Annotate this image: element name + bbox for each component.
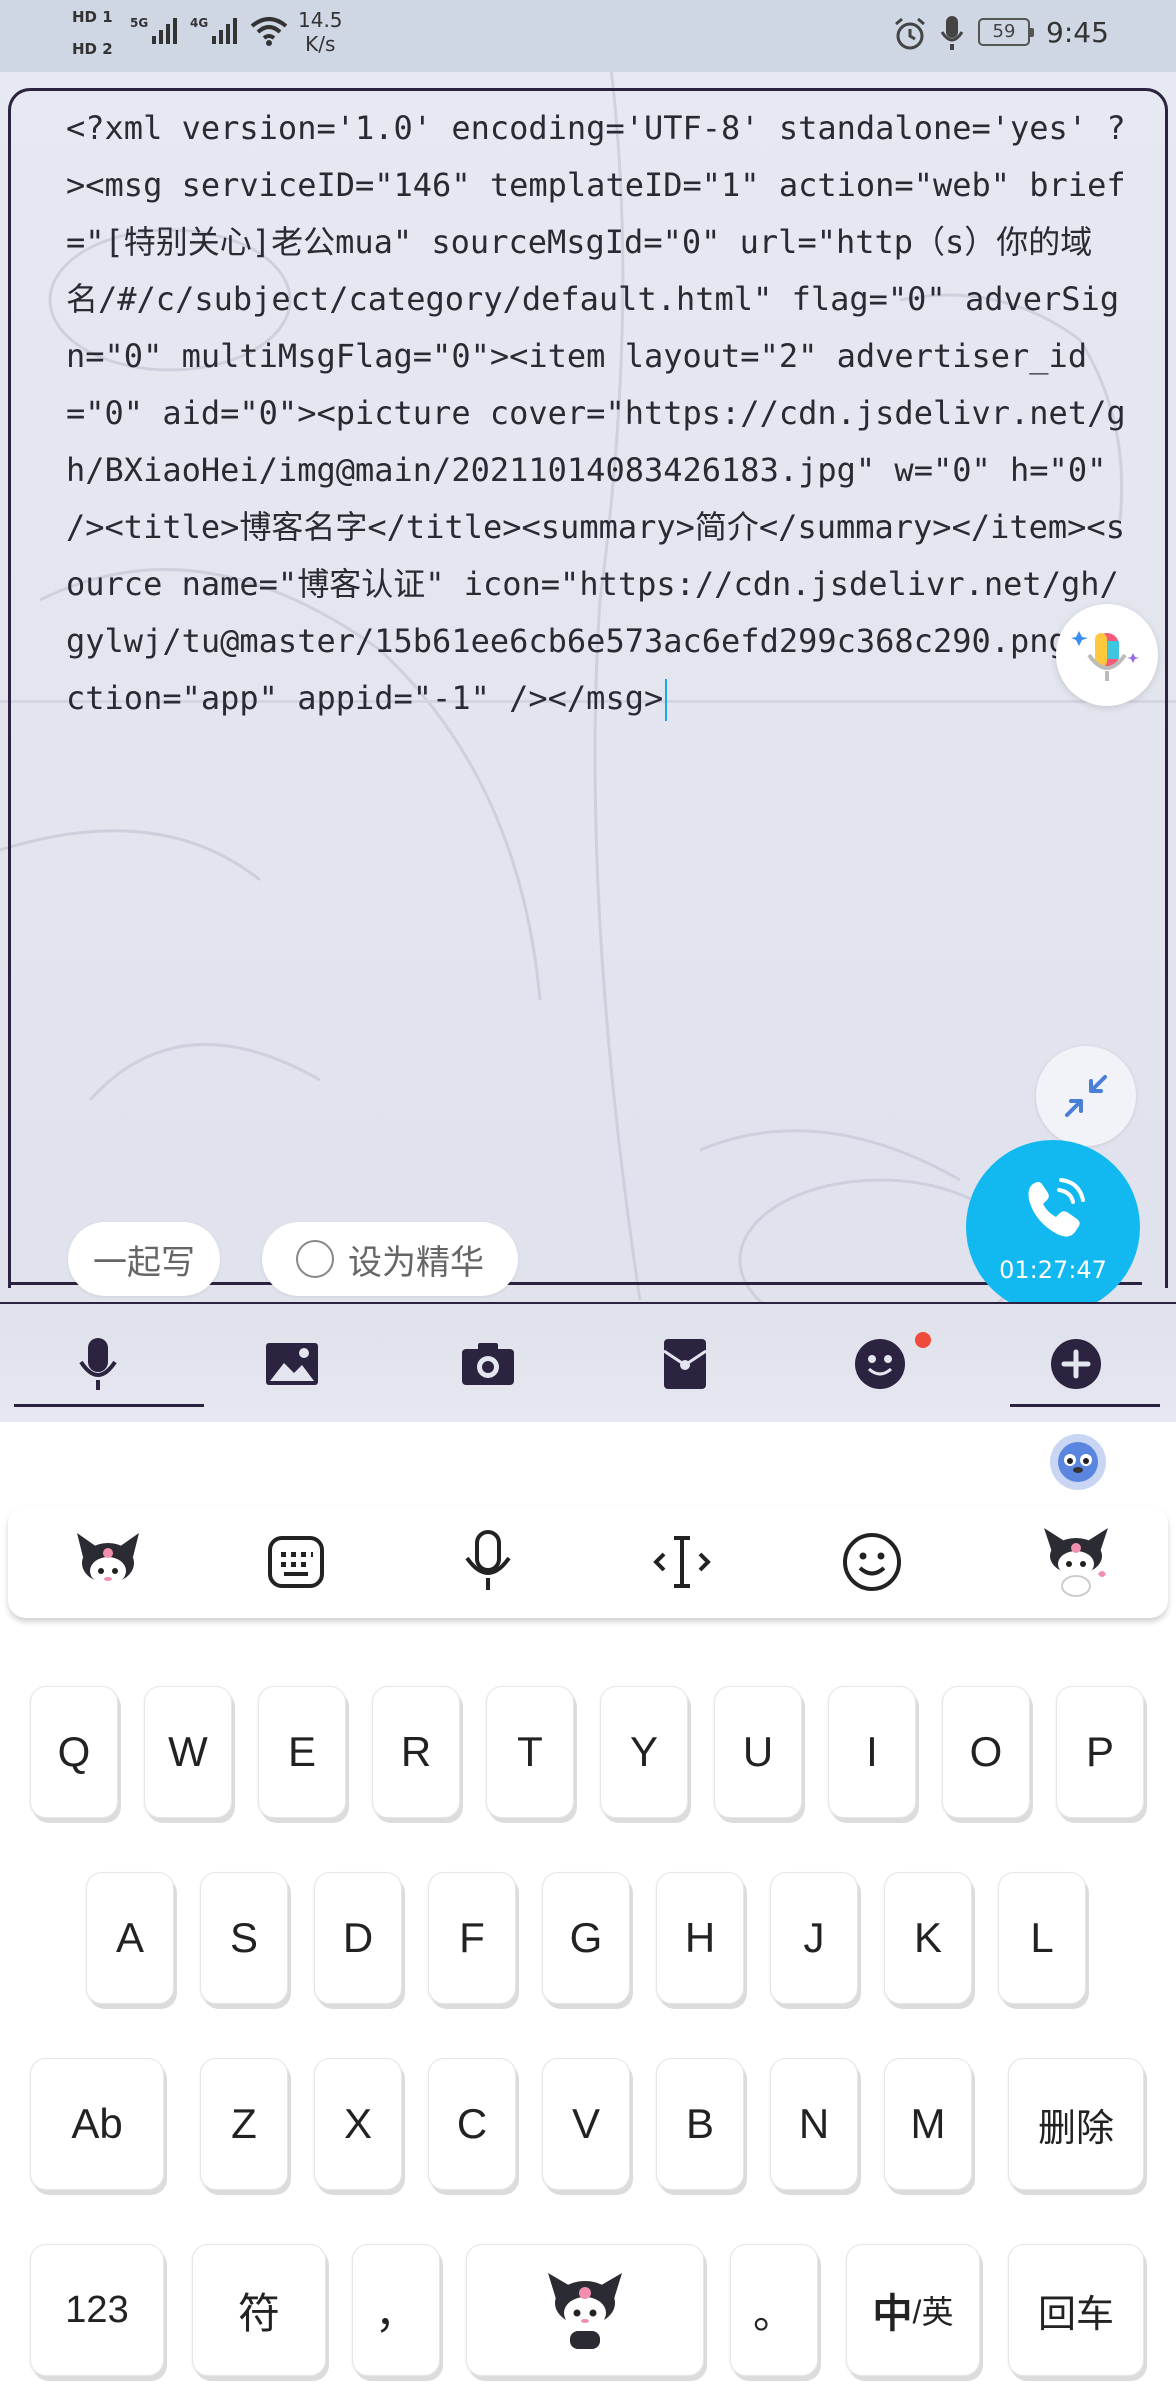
image-icon[interactable]	[262, 1334, 322, 1394]
signal-bars-1-icon	[152, 18, 177, 44]
network-speed-unit: K/s	[305, 32, 336, 56]
keyboard-icon[interactable]	[258, 1524, 334, 1600]
keyboard-function-strip	[8, 1506, 1168, 1618]
key-d[interactable]: D	[314, 1872, 402, 2004]
key-h[interactable]: H	[656, 1872, 744, 2004]
minimize-call-button[interactable]	[1036, 1046, 1136, 1146]
call-duration: 01:27:47	[999, 1256, 1107, 1284]
key-u[interactable]: U	[714, 1686, 802, 1818]
key-c[interactable]: C	[428, 2058, 516, 2190]
kuromi-sticker-icon[interactable]	[70, 1524, 146, 1600]
key-l[interactable]: L	[998, 1872, 1086, 2004]
key-q[interactable]: Q	[30, 1686, 118, 1818]
message-input[interactable]: <?xml version='1.0' encoding='UTF-8' sta…	[66, 100, 1126, 727]
key-g[interactable]: G	[542, 1872, 630, 2004]
colorful-mic-icon	[1071, 631, 1139, 681]
wifi-icon	[250, 16, 288, 50]
ongoing-call-bubble[interactable]: 01:27:47	[966, 1140, 1140, 1314]
emoji-icon[interactable]	[850, 1334, 910, 1394]
kuromi-sticker-2-icon[interactable]	[1038, 1524, 1114, 1600]
set-featured-label: 设为精华	[348, 1242, 484, 1283]
notification-dot	[915, 1332, 931, 1348]
red-packet-icon[interactable]	[655, 1334, 715, 1394]
mic-icon[interactable]	[68, 1334, 128, 1394]
comma-key[interactable]: ，	[352, 2244, 440, 2376]
keyboard-mic-icon[interactable]	[450, 1524, 526, 1600]
delete-key[interactable]: 删除	[1008, 2058, 1144, 2190]
language-switch-key[interactable]: 中/英	[846, 2244, 980, 2376]
network-speed: 14.5 K/s	[298, 8, 343, 56]
signal-4g-label: 4G	[190, 16, 209, 30]
signal-5g-label: 5G	[130, 16, 149, 30]
key-e[interactable]: E	[258, 1686, 346, 1818]
voice-input-button[interactable]	[1056, 604, 1158, 706]
key-y[interactable]: Y	[600, 1686, 688, 1818]
clock: 9:45	[1046, 16, 1109, 49]
together-write-label: 一起写	[93, 1242, 195, 1283]
key-a[interactable]: A	[86, 1872, 174, 2004]
key-k[interactable]: K	[884, 1872, 972, 2004]
key-v[interactable]: V	[542, 2058, 630, 2190]
keyboard-emoji-icon[interactable]	[834, 1524, 910, 1600]
status-bar: HD 1 HD 2 5G 4G 14.5 K/s 59 9:45	[0, 0, 1176, 72]
key-t[interactable]: T	[486, 1686, 574, 1818]
phone-icon	[1028, 1178, 1085, 1237]
camera-icon[interactable]	[458, 1334, 518, 1394]
network-speed-value: 14.5	[298, 8, 343, 32]
mic-status-icon	[940, 14, 964, 56]
soft-keyboard: Q W E R T Y U I O P A S D F G H J K L Ab…	[0, 1422, 1176, 2400]
together-write-button[interactable]: 一起写	[68, 1222, 220, 1296]
hd2-indicator: HD 2	[72, 40, 113, 58]
cursor-move-icon[interactable]	[644, 1524, 720, 1600]
key-f[interactable]: F	[428, 1872, 516, 2004]
toolbar-divider-left	[14, 1404, 204, 1407]
key-s[interactable]: S	[200, 1872, 288, 2004]
key-b[interactable]: B	[656, 2058, 744, 2190]
key-w[interactable]: W	[144, 1686, 232, 1818]
lang-en-label: /英	[912, 2294, 954, 2330]
key-x[interactable]: X	[314, 2058, 402, 2190]
period-key[interactable]: 。	[730, 2244, 818, 2376]
key-m[interactable]: M	[884, 2058, 972, 2190]
key-i[interactable]: I	[828, 1686, 916, 1818]
toolbar-divider-right	[1010, 1404, 1160, 1407]
shift-key[interactable]: Ab	[30, 2058, 164, 2190]
symbols-key[interactable]: 符	[192, 2244, 326, 2376]
text-caret	[665, 679, 668, 721]
key-p[interactable]: P	[1056, 1686, 1144, 1818]
key-z[interactable]: Z	[200, 2058, 288, 2190]
radio-icon	[296, 1240, 334, 1278]
numbers-key[interactable]: 123	[30, 2244, 164, 2376]
key-r[interactable]: R	[372, 1686, 460, 1818]
hd1-indicator: HD 1	[72, 8, 113, 26]
key-n[interactable]: N	[770, 2058, 858, 2190]
chat-toolbar	[0, 1302, 1176, 1422]
kuromi-space-icon	[548, 2273, 622, 2349]
space-key[interactable]	[466, 2244, 704, 2376]
set-featured-toggle[interactable]: 设为精华	[262, 1222, 518, 1296]
message-input-text: <?xml version='1.0' encoding='UTF-8' sta…	[66, 109, 1126, 717]
lang-zh-label: 中	[872, 2292, 913, 2336]
collapse-arrows-icon	[1065, 1075, 1107, 1117]
signal-bars-2-icon	[212, 18, 237, 44]
keyboard-mascot-icon[interactable]	[1050, 1434, 1106, 1490]
battery-indicator: 59	[978, 18, 1034, 46]
enter-key[interactable]: 回车	[1008, 2244, 1144, 2376]
alarm-icon	[892, 16, 928, 56]
plus-icon[interactable]	[1046, 1334, 1106, 1394]
key-j[interactable]: J	[770, 1872, 858, 2004]
key-o[interactable]: O	[942, 1686, 1030, 1818]
